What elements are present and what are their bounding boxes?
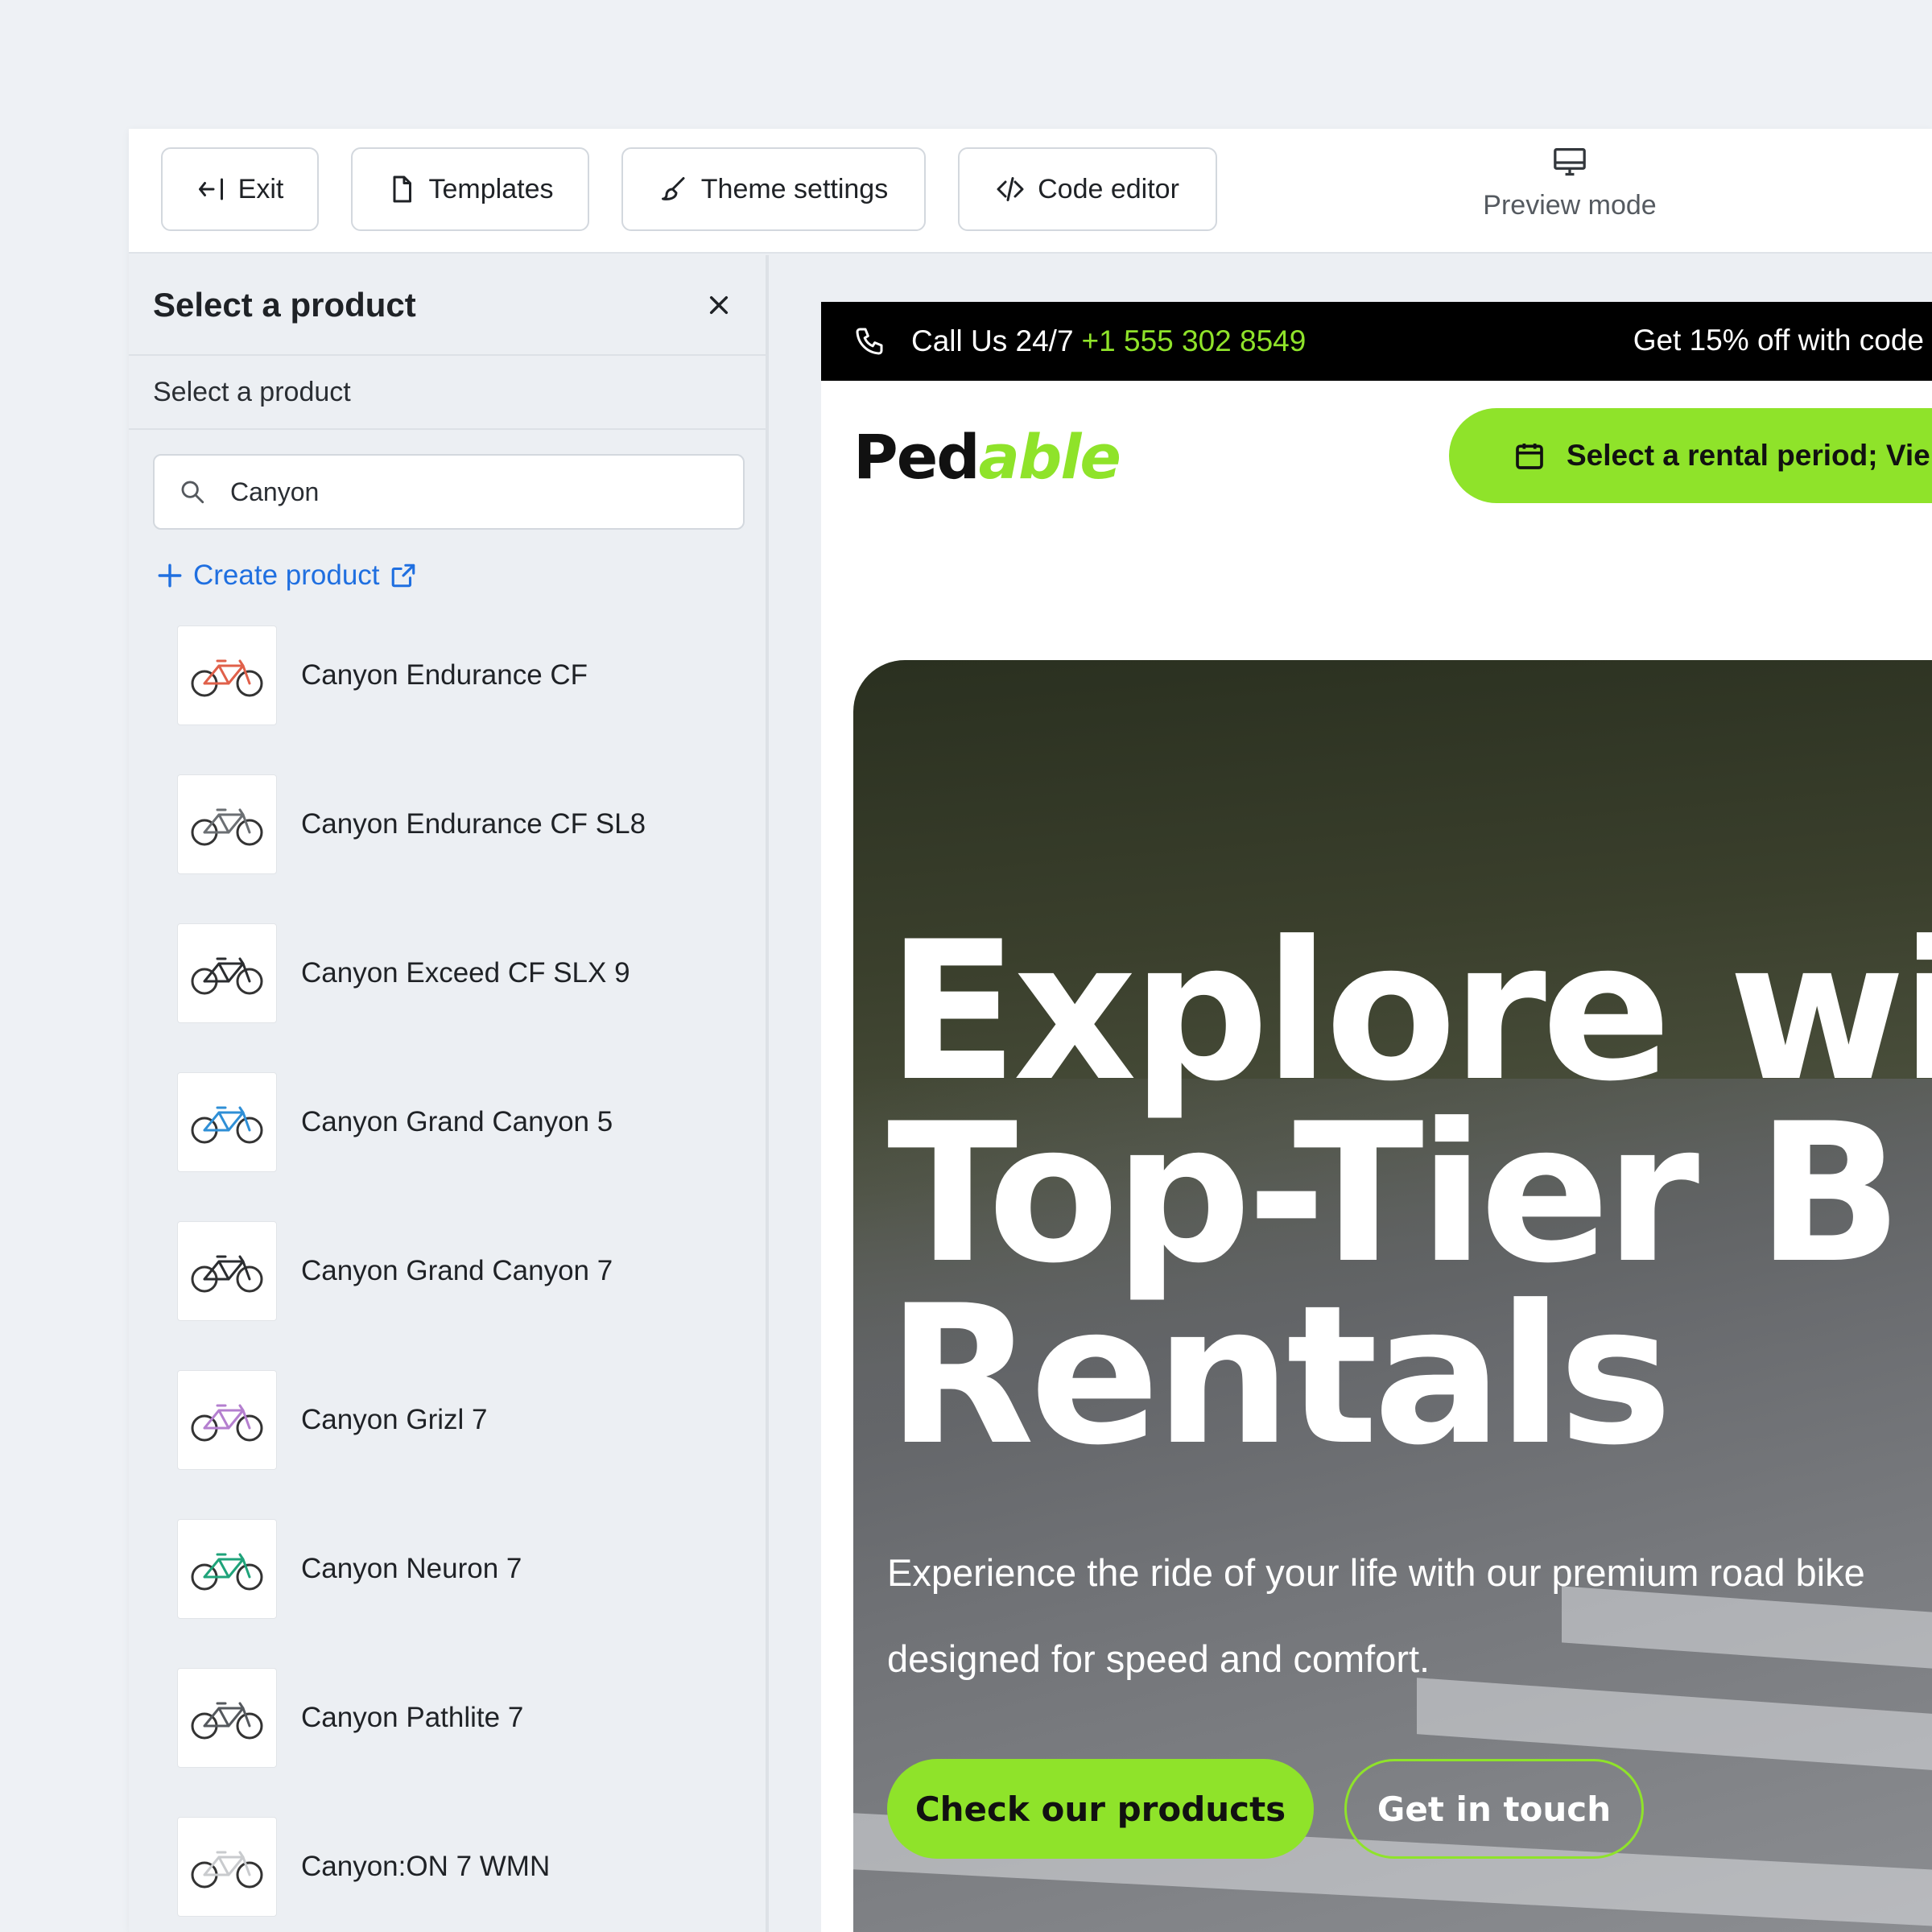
product-name: Canyon Grizl 7 bbox=[301, 1404, 488, 1435]
bicycle-icon bbox=[191, 659, 263, 697]
panel-subtitle: Select a product bbox=[129, 356, 766, 430]
call-us-text: Call Us 24/7 bbox=[911, 324, 1074, 357]
theme-settings-label: Theme settings bbox=[700, 173, 889, 204]
calendar-icon bbox=[1516, 444, 1543, 469]
code-icon bbox=[997, 177, 1024, 201]
product-list-item[interactable]: Canyon Neuron 7 bbox=[177, 1519, 724, 1619]
product-thumbnail bbox=[177, 923, 277, 1023]
plus-icon bbox=[158, 564, 182, 588]
panel-header: Select a product bbox=[129, 255, 766, 356]
product-list-item[interactable]: Canyon:ON 7 WMN bbox=[177, 1817, 724, 1917]
exit-button[interactable]: Exit bbox=[161, 147, 319, 231]
logo-able: able bbox=[978, 421, 1121, 493]
hero-section: Explore wit Top-Tier B Rentals Experienc… bbox=[853, 660, 1932, 1932]
preview-mode-button[interactable]: Preview mode bbox=[1465, 147, 1674, 235]
product-name: Canyon:ON 7 WMN bbox=[301, 1851, 551, 1882]
hero-title: Explore wit Top-Tier B Rentals bbox=[887, 901, 1932, 1488]
announcement-bar: Call Us 24/7 +1 555 302 8549 Get 15% off… bbox=[821, 302, 1932, 381]
preview-mode-label: Preview mode bbox=[1483, 190, 1657, 221]
monitor-icon bbox=[1554, 147, 1586, 176]
theme-settings-button[interactable]: Theme settings bbox=[621, 147, 926, 231]
product-thumbnail bbox=[177, 1370, 277, 1470]
product-list-item[interactable]: Canyon Pathlite 7 bbox=[177, 1668, 724, 1768]
bicycle-icon bbox=[191, 957, 263, 995]
exit-icon bbox=[198, 178, 223, 200]
phone-number-link[interactable]: +1 555 302 8549 bbox=[1082, 324, 1307, 358]
product-list-item[interactable]: Canyon Endurance CF bbox=[177, 625, 724, 725]
exit-label: Exit bbox=[237, 173, 284, 204]
bicycle-icon bbox=[191, 808, 263, 846]
bicycle-icon bbox=[191, 1702, 263, 1740]
product-name: Canyon Neuron 7 bbox=[301, 1553, 522, 1584]
product-list-item[interactable]: Canyon Grand Canyon 7 bbox=[177, 1221, 724, 1321]
product-panel: Select a product Select a product Canyon… bbox=[129, 255, 769, 1932]
product-name: Canyon Exceed CF SLX 9 bbox=[301, 957, 630, 989]
logo-ped: Ped bbox=[853, 421, 980, 493]
product-thumbnail bbox=[177, 1072, 277, 1172]
external-link-icon bbox=[391, 564, 415, 588]
search-input[interactable]: Canyon bbox=[153, 454, 745, 530]
phone-icon bbox=[856, 328, 883, 355]
website-preview: Call Us 24/7 +1 555 302 8549 Get 15% off… bbox=[821, 302, 1932, 1932]
product-thumbnail bbox=[177, 774, 277, 874]
product-list-item[interactable]: Canyon Grizl 7 bbox=[177, 1370, 724, 1470]
search-icon bbox=[181, 481, 204, 504]
create-product-label: Create product bbox=[193, 559, 380, 591]
bicycle-icon bbox=[191, 1255, 263, 1293]
check-products-button[interactable]: Check our products bbox=[887, 1759, 1314, 1859]
document-icon bbox=[393, 175, 411, 203]
bicycle-icon bbox=[191, 1553, 263, 1591]
search-value: Canyon bbox=[230, 477, 320, 506]
toolbar: Exit Templates Theme settings Code edito… bbox=[129, 129, 1932, 254]
product-list-item[interactable]: Canyon Grand Canyon 5 bbox=[177, 1072, 724, 1172]
templates-label: Templates bbox=[428, 173, 554, 204]
product-name: Canyon Grand Canyon 5 bbox=[301, 1106, 613, 1137]
product-name: Canyon Pathlite 7 bbox=[301, 1702, 524, 1733]
templates-button[interactable]: Templates bbox=[351, 147, 589, 231]
editor-app: Exit Templates Theme settings Code edito… bbox=[129, 129, 1932, 1932]
create-product-link[interactable]: Create product bbox=[156, 559, 417, 592]
brush-icon bbox=[661, 177, 685, 200]
promo-text: Get 15% off with code bbox=[1633, 324, 1924, 357]
site-logo[interactable]: Pedable bbox=[853, 421, 1121, 493]
site-header: Pedable Select a rental period; Vie bbox=[821, 381, 1932, 534]
bicycle-icon bbox=[191, 1404, 263, 1442]
product-name: Canyon Endurance CF bbox=[301, 659, 588, 691]
panel-title: Select a product bbox=[153, 285, 416, 324]
bicycle-icon bbox=[191, 1106, 263, 1144]
product-thumbnail bbox=[177, 1817, 277, 1917]
code-editor-label: Code editor bbox=[1038, 173, 1179, 204]
get-in-touch-button[interactable]: Get in touch bbox=[1344, 1759, 1644, 1859]
hero-description: Experience the ride of your life with ou… bbox=[887, 1551, 1865, 1680]
rental-period-label: Select a rental period; Vie bbox=[1567, 439, 1930, 472]
product-thumbnail bbox=[177, 1519, 277, 1619]
product-name: Canyon Endurance CF SL8 bbox=[301, 808, 646, 840]
product-thumbnail bbox=[177, 1221, 277, 1321]
code-editor-button[interactable]: Code editor bbox=[958, 147, 1217, 231]
product-list-item[interactable]: Canyon Endurance CF SL8 bbox=[177, 774, 724, 874]
rental-period-button[interactable]: Select a rental period; Vie bbox=[1449, 408, 1932, 503]
close-icon bbox=[709, 295, 729, 314]
product-name: Canyon Grand Canyon 7 bbox=[301, 1255, 613, 1286]
close-button[interactable] bbox=[703, 289, 735, 321]
product-thumbnail bbox=[177, 625, 277, 725]
bicycle-icon bbox=[191, 1851, 263, 1889]
product-thumbnail bbox=[177, 1668, 277, 1768]
product-list-item[interactable]: Canyon Exceed CF SLX 9 bbox=[177, 923, 724, 1023]
